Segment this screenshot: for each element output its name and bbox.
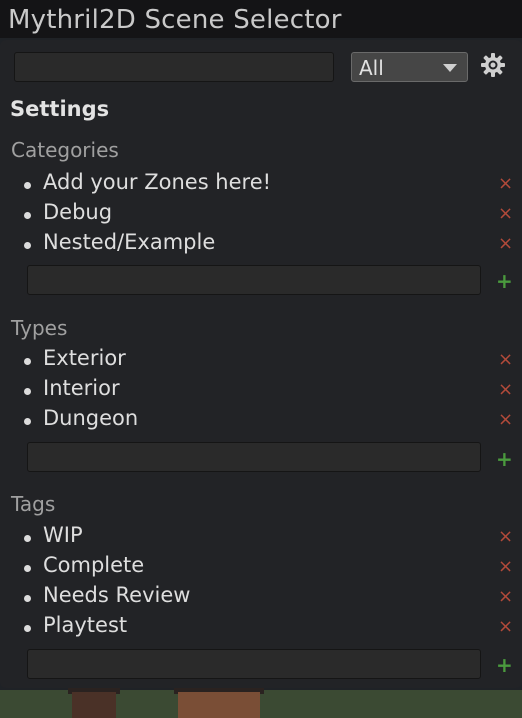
remove-icon[interactable]: × bbox=[498, 617, 513, 637]
scene-selector-panel: All Settings Categories Add your Zones h… bbox=[0, 40, 522, 688]
scene-building bbox=[72, 692, 116, 718]
scene-building bbox=[178, 692, 260, 718]
gear-icon[interactable] bbox=[480, 52, 506, 78]
remove-icon[interactable]: × bbox=[498, 527, 513, 547]
remove-icon[interactable]: × bbox=[498, 350, 513, 370]
list-item: Debug × bbox=[22, 200, 522, 230]
list-item: WIP × bbox=[22, 523, 522, 553]
bullet bbox=[24, 242, 31, 249]
bullet bbox=[24, 625, 31, 632]
window-title: Mythril2D Scene Selector bbox=[8, 5, 342, 35]
list-item: Dungeon × bbox=[22, 406, 522, 436]
section-label-types: Types bbox=[11, 316, 68, 340]
remove-icon[interactable]: × bbox=[498, 410, 513, 430]
bullet bbox=[24, 212, 31, 219]
list-item: Complete × bbox=[22, 553, 522, 583]
add-type-button[interactable]: + bbox=[496, 449, 513, 469]
new-tag-input[interactable] bbox=[27, 649, 481, 679]
new-category-input[interactable] bbox=[27, 265, 481, 295]
bullet bbox=[24, 182, 31, 189]
item-label: Playtest bbox=[43, 613, 128, 637]
section-label-categories: Categories bbox=[11, 138, 119, 162]
item-label: Add your Zones here! bbox=[43, 170, 272, 194]
remove-icon[interactable]: × bbox=[498, 557, 513, 577]
bullet bbox=[24, 595, 31, 602]
remove-icon[interactable]: × bbox=[498, 380, 513, 400]
item-label: Needs Review bbox=[43, 583, 191, 607]
item-label: Complete bbox=[43, 553, 145, 577]
chevron-down-icon bbox=[443, 64, 457, 72]
bullet bbox=[24, 388, 31, 395]
search-input[interactable] bbox=[14, 52, 334, 82]
item-label: WIP bbox=[43, 523, 83, 547]
filter-dropdown[interactable]: All bbox=[351, 52, 468, 82]
list-item: Needs Review × bbox=[22, 583, 522, 613]
remove-icon[interactable]: × bbox=[498, 587, 513, 607]
item-label: Debug bbox=[43, 200, 113, 224]
remove-icon[interactable]: × bbox=[498, 234, 513, 254]
list-item: Add your Zones here! × bbox=[22, 170, 522, 200]
list-item: Nested/Example × bbox=[22, 230, 522, 260]
bullet bbox=[24, 358, 31, 365]
window-title-bar: Mythril2D Scene Selector bbox=[0, 0, 522, 40]
remove-icon[interactable]: × bbox=[498, 174, 513, 194]
item-label: Dungeon bbox=[43, 406, 139, 430]
remove-icon[interactable]: × bbox=[498, 204, 513, 224]
section-label-tags: Tags bbox=[11, 492, 56, 516]
list-item: Interior × bbox=[22, 376, 522, 406]
list-item: Exterior × bbox=[22, 346, 522, 376]
settings-heading: Settings bbox=[10, 97, 110, 121]
bullet bbox=[24, 565, 31, 572]
add-tag-button[interactable]: + bbox=[496, 655, 513, 675]
add-category-button[interactable]: + bbox=[496, 271, 513, 291]
bullet bbox=[24, 535, 31, 542]
bullet bbox=[24, 418, 31, 425]
filter-selected-value: All bbox=[359, 56, 384, 80]
list-item: Playtest × bbox=[22, 613, 522, 643]
item-label: Nested/Example bbox=[43, 230, 216, 254]
new-type-input[interactable] bbox=[27, 442, 481, 472]
item-label: Exterior bbox=[43, 346, 126, 370]
item-label: Interior bbox=[43, 376, 120, 400]
